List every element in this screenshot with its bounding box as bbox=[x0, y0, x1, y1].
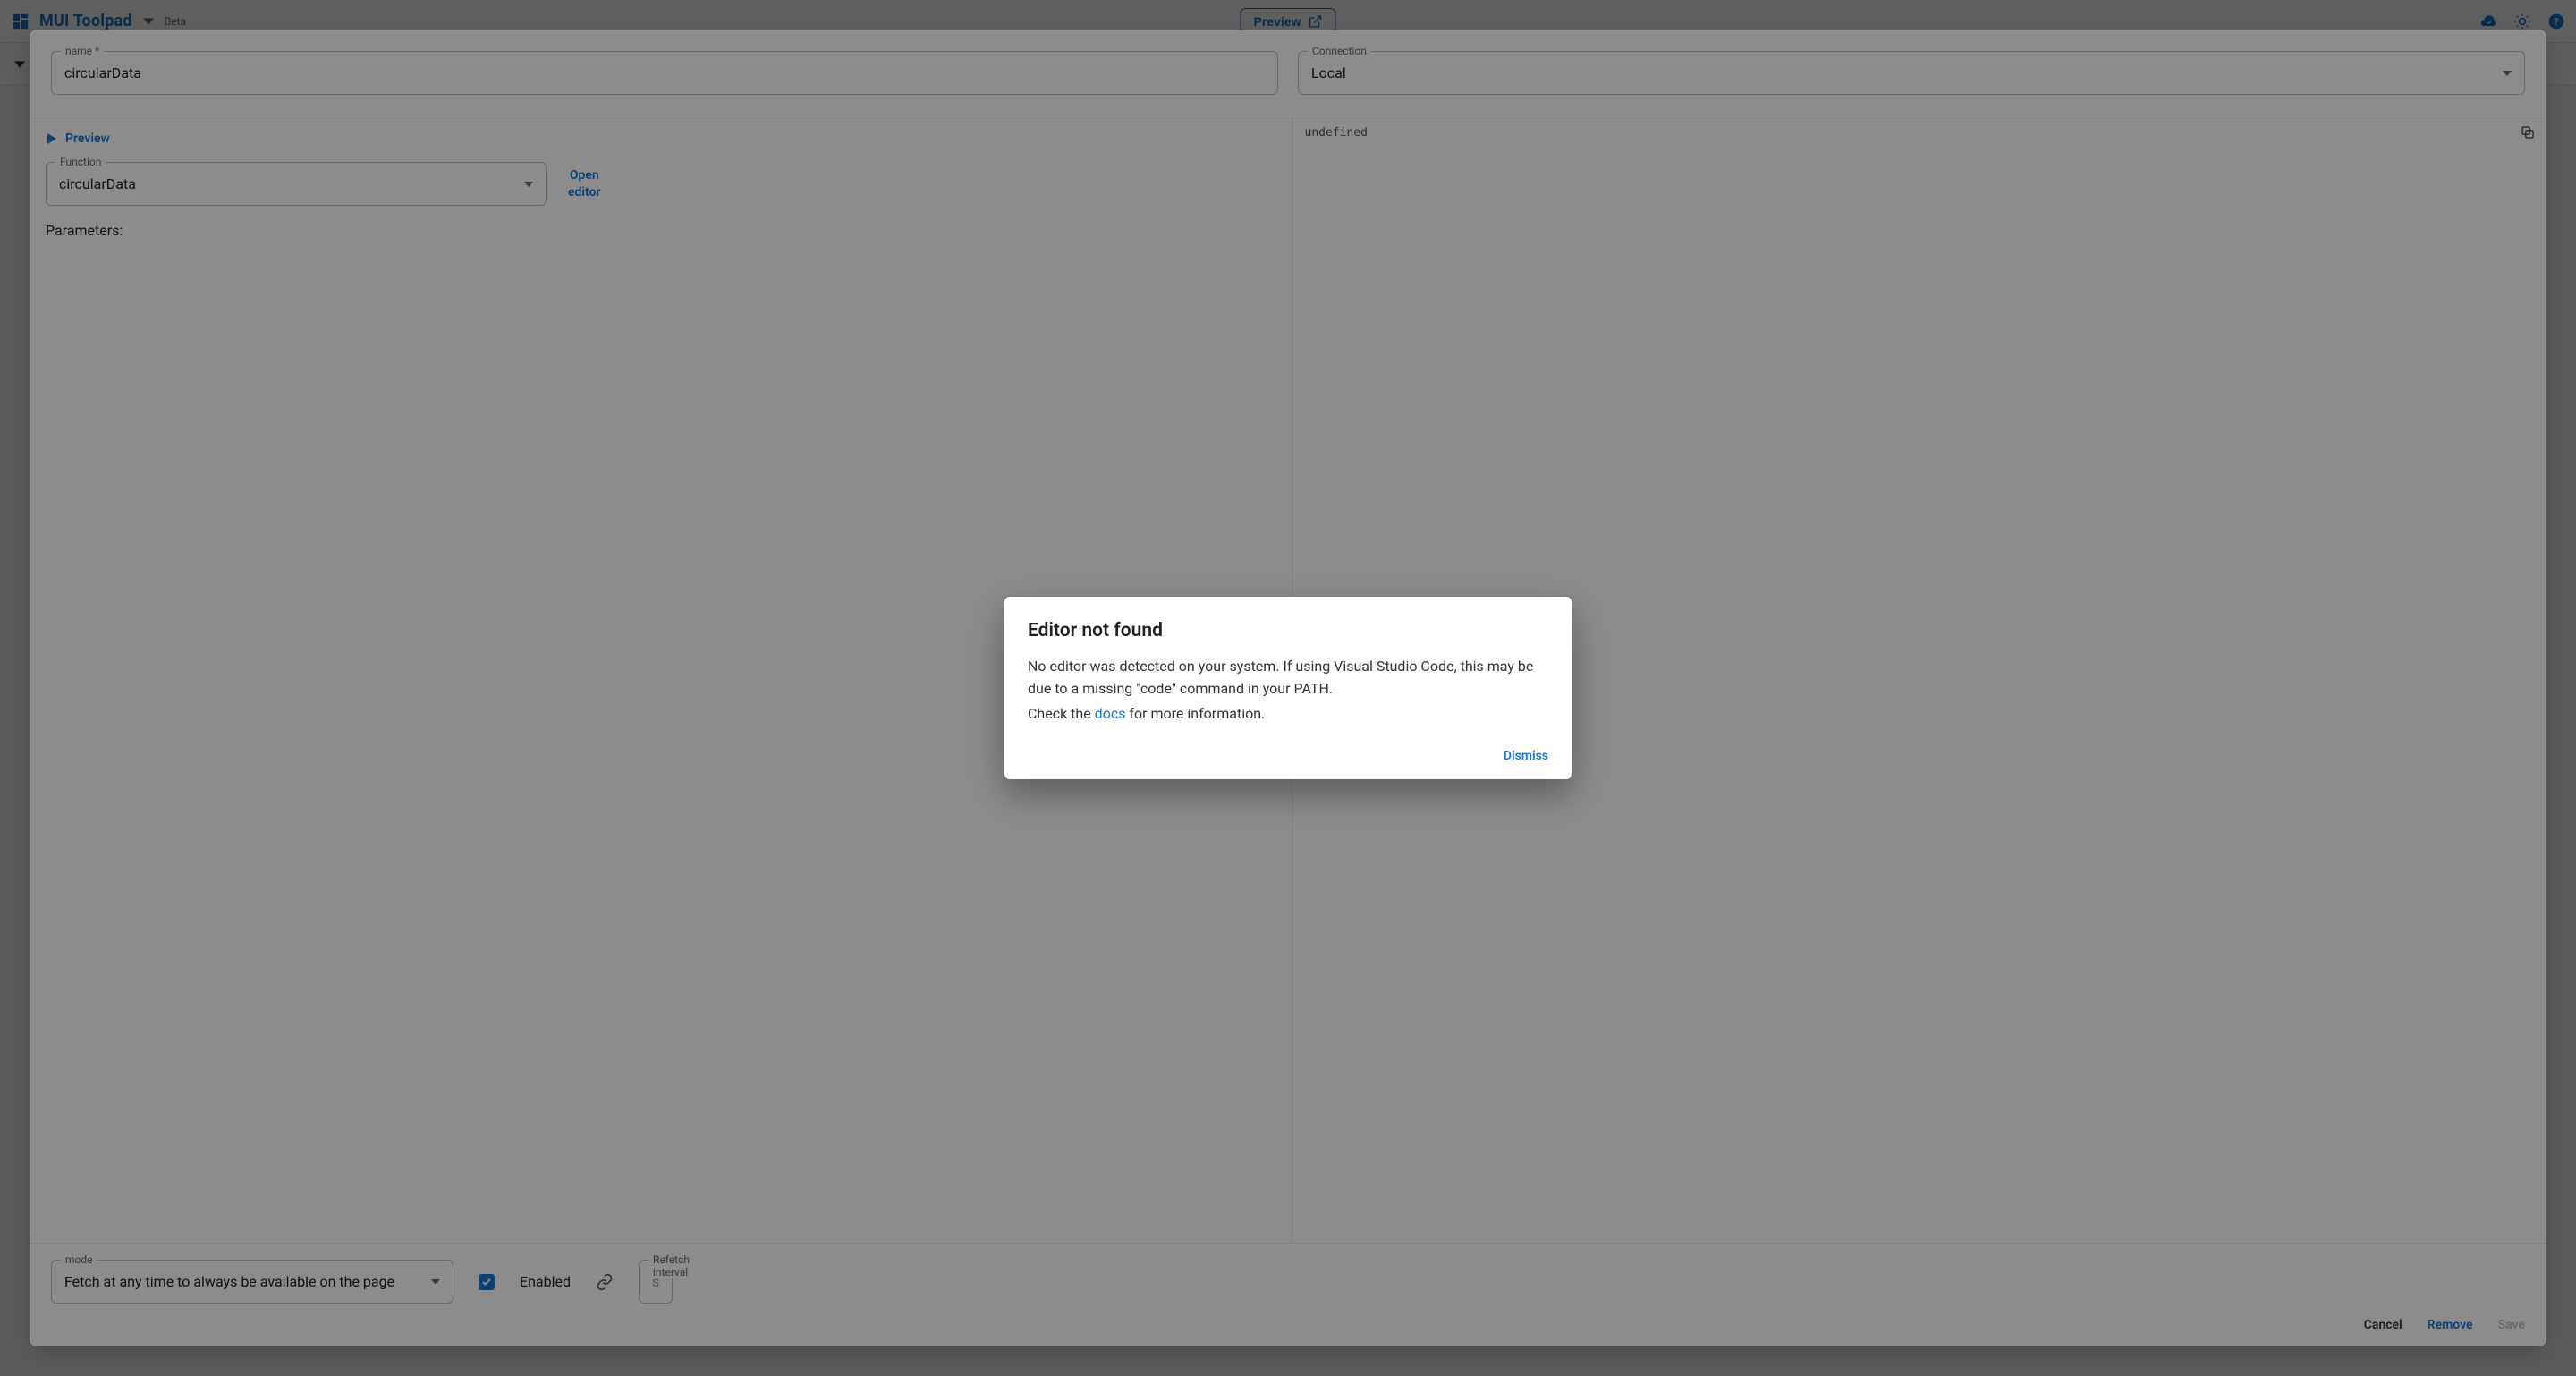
dialog-body-2: Check the docs for more information. bbox=[1028, 703, 1548, 726]
dialog-title: Editor not found bbox=[1028, 620, 1548, 641]
modal-scrim[interactable]: Editor not found No editor was detected … bbox=[0, 0, 2576, 1376]
dialog-body-2a: Check the bbox=[1028, 705, 1095, 722]
dialog-actions: Dismiss bbox=[1028, 749, 1548, 763]
dismiss-button[interactable]: Dismiss bbox=[1504, 749, 1548, 763]
docs-link[interactable]: docs bbox=[1095, 705, 1126, 722]
editor-not-found-dialog: Editor not found No editor was detected … bbox=[1004, 597, 1572, 779]
dialog-body-2b: for more information. bbox=[1125, 705, 1265, 722]
dialog-body-1: No editor was detected on your system. I… bbox=[1028, 656, 1548, 701]
